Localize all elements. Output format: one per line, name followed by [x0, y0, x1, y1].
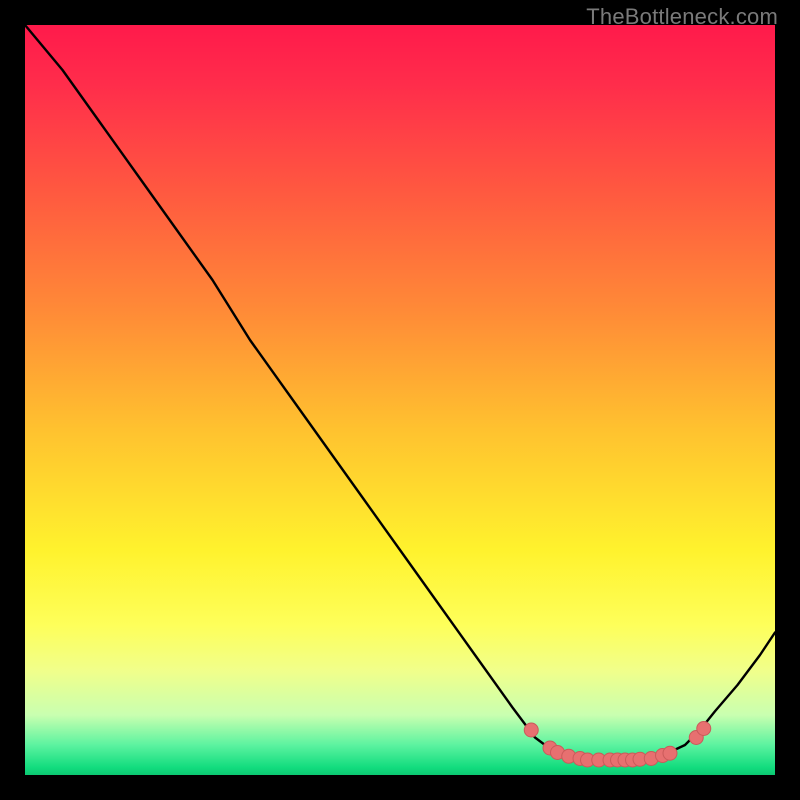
chart-frame: TheBottleneck.com	[0, 0, 800, 800]
data-marker	[697, 722, 711, 736]
bottleneck-curve-chart	[25, 25, 775, 775]
bottleneck-curve	[25, 25, 775, 760]
data-marker	[663, 746, 677, 760]
data-marker	[524, 723, 538, 737]
chart-plot-area	[25, 25, 775, 775]
attribution-text: TheBottleneck.com	[586, 4, 778, 30]
